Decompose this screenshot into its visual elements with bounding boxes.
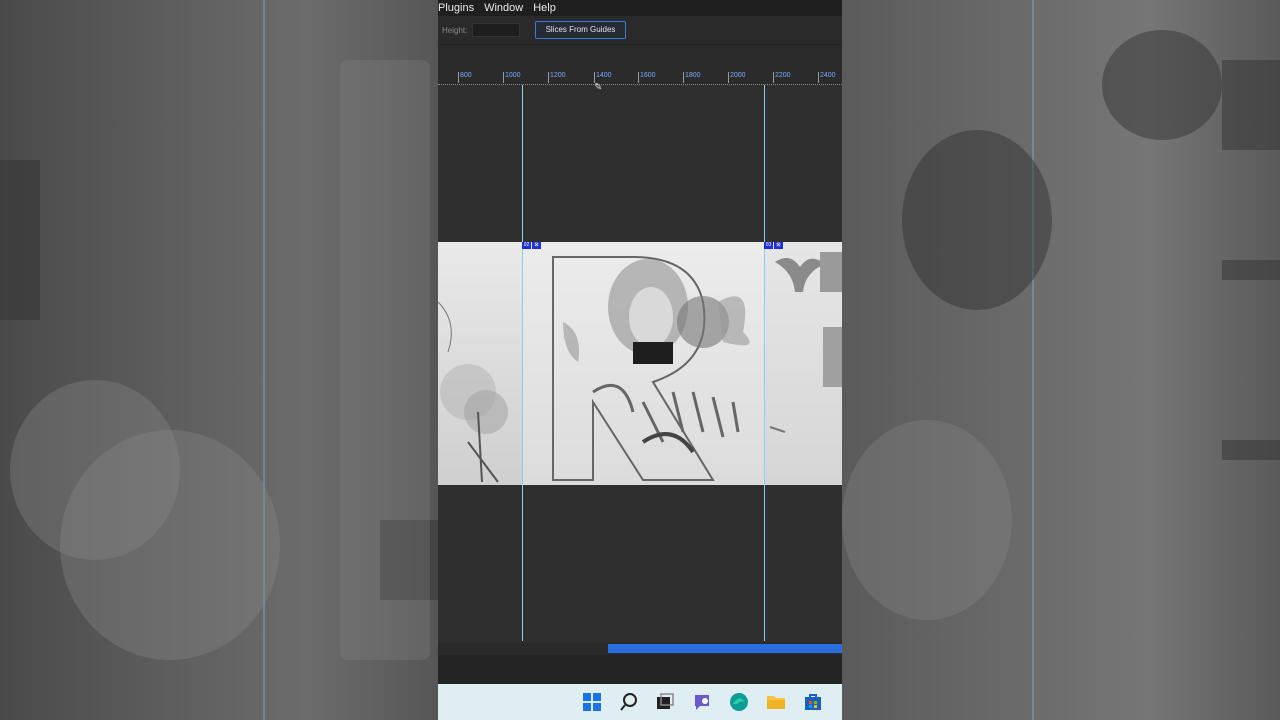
slice-link-icon: ⊠ [532,242,541,249]
windows-taskbar [438,684,842,720]
ruler-tick-label: 800 [460,72,472,79]
ruler-tick: 1800 [683,72,701,83]
menu-help[interactable]: Help [533,2,561,14]
slices-from-guides-button[interactable]: Slices From Guides [535,21,626,39]
menu-window[interactable]: Window [484,2,528,14]
ruler-tick-label: 2000 [730,72,746,79]
blurred-guide-line [263,0,265,720]
height-label: Height: [442,26,468,35]
slice-tag-03[interactable]: 03 ⊠ [764,242,784,249]
guide-line-left[interactable] [522,85,523,641]
blurred-sketch-shape [60,430,280,660]
ruler-tick-label: 2400 [820,72,836,79]
blurred-sketch-shape [1222,440,1280,460]
windows-start-icon[interactable] [582,692,602,712]
menu-bar: Plugins Window Help [438,0,842,16]
file-explorer-icon[interactable] [766,692,786,712]
blurred-sketch-shape [1222,260,1280,280]
tree-sketch-icon [438,301,508,483]
ruler-tick: 800 [458,72,472,83]
portrait-sketch-icon [552,256,750,481]
slice-number: 03 [764,242,773,249]
ruler-tick: 2000 [728,72,746,83]
ruler-tick-label: 1600 [640,72,656,79]
store-icon[interactable] [803,692,823,712]
ruler-tick: 2200 [773,72,791,83]
artwork-panel-left [438,242,522,485]
ruler-tick-label: 2200 [775,72,791,79]
menu-plugins[interactable]: Plugins [438,2,479,14]
blurred-sketch-shape [340,60,430,660]
task-view-icon[interactable] [655,692,675,712]
horizontal-ruler[interactable]: 800 1000 1200 1400 1600 1800 2000 2200 2… [438,70,842,85]
status-area [438,655,842,684]
slice-link-icon: ⊠ [774,242,783,249]
ruler-tick: 1200 [548,72,566,83]
slice-tag-02[interactable]: 02 ⊠ [522,242,542,249]
blurred-guide-line [1032,0,1034,720]
slice-tool-cursor-icon: ✎ [594,82,603,93]
height-field[interactable] [472,23,520,37]
blurred-sketch-shape [1102,30,1222,140]
ruler-tick: 1600 [638,72,656,83]
artwork-panel-right [765,242,842,485]
artwork-panel-center [522,242,766,485]
ruler-tick: 2400 [818,72,836,83]
right-blurred-background [842,0,1280,720]
left-blurred-background [0,0,438,720]
blurred-sketch-shape [0,160,40,320]
options-bar: Height: Slices From Guides [438,16,842,45]
document-tab-area [438,45,842,70]
blurred-sketch-shape [1222,60,1280,150]
slice-number: 02 [522,242,531,249]
artwork-image[interactable] [438,242,842,485]
chat-icon[interactable] [692,692,712,712]
ruler-tick-label: 1800 [685,72,701,79]
ruler-tick-label: 1000 [505,72,521,79]
blurred-sketch-shape [842,420,1012,620]
ruler-tick: 1000 [503,72,521,83]
horizontal-scrollbar-thumb[interactable] [608,644,842,653]
edge-browser-icon[interactable] [729,692,749,712]
ruler-tick-label: 1200 [550,72,566,79]
image-editor-window: Plugins Window Help Height: Slices From … [438,0,842,720]
guide-line-right[interactable] [764,85,765,641]
ruler-tick-label: 1400 [596,72,612,79]
bird-sketch-icon [769,252,842,433]
search-icon[interactable] [619,692,639,712]
blurred-sketch-shape [902,130,1052,310]
